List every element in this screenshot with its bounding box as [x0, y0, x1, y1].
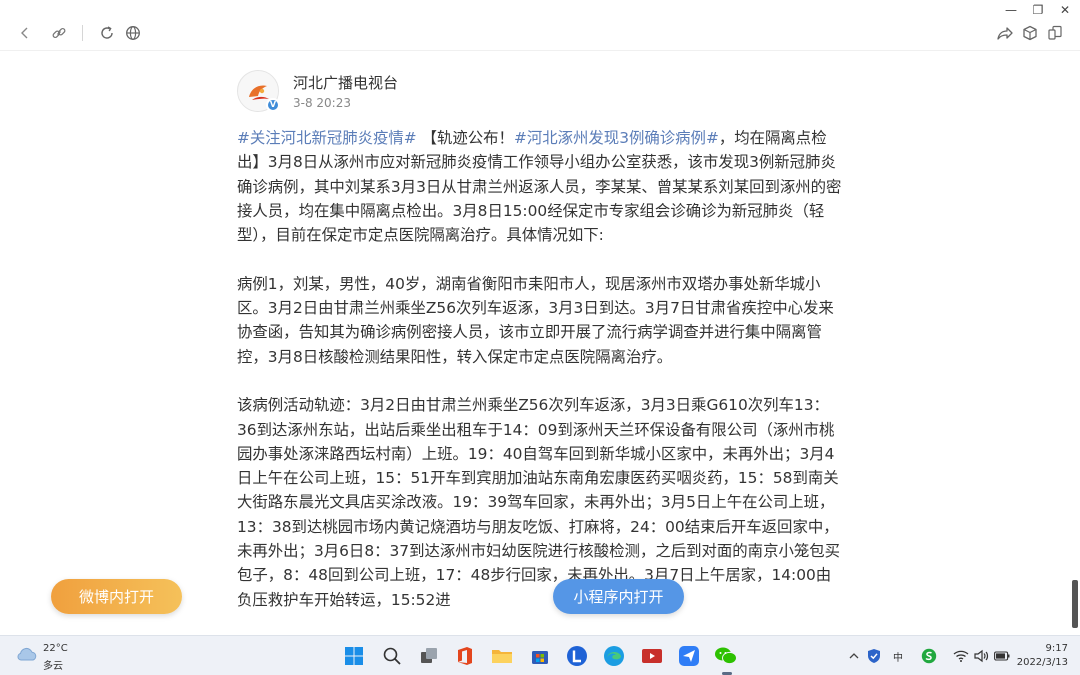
post-text: 病例1，刘某，男性，40岁，湖南省衡阳市耒阳市人，现居涿州市双塔办事处新华城小区…: [237, 274, 834, 366]
start-button[interactable]: [342, 644, 366, 668]
taskbar-office-app[interactable]: [453, 644, 477, 668]
refresh-icon: [101, 26, 113, 39]
link-icon: [52, 27, 66, 39]
taskbar-file-explorer[interactable]: [490, 644, 514, 668]
taskbar-store-app[interactable]: [528, 644, 552, 668]
post-paragraph: 该病例活动轨迹：3月2日由甘肃兰州乘坐Z56次列车返涿，3月3日乘G610次列车…: [237, 393, 843, 612]
taskbar-clock-date[interactable]: 2022/3/13: [1017, 657, 1068, 668]
browser-window: — ❐ ✕ V 河北广播电视台 3-8 20:23 #关注河北新冠肺炎疫情# 【…: [0, 0, 1080, 635]
refresh-button[interactable]: [96, 22, 118, 44]
chevron-left-icon: [21, 27, 28, 39]
open-in-weibo-button[interactable]: 微博内打开: [51, 579, 182, 614]
pin-window-button[interactable]: [1044, 22, 1066, 44]
taskbar-clock-time[interactable]: 9:17: [1046, 643, 1068, 654]
paper-plane-icon: [679, 646, 699, 666]
task-view-icon: [421, 648, 437, 663]
task-view-button[interactable]: [417, 644, 441, 668]
cube-icon: [1023, 25, 1037, 41]
open-in-miniprogram-button[interactable]: 小程序内打开: [553, 579, 684, 614]
post-paragraph: 病例1，刘某，男性，40岁，湖南省衡阳市耒阳市人，现居涿州市双塔办事处新华城小区…: [237, 272, 843, 369]
taskbar: 22°C 多云 中 9:17 2022/3/13: [0, 635, 1080, 675]
copy-link-button[interactable]: [48, 22, 70, 44]
show-hidden-icons-button[interactable]: [846, 648, 862, 664]
weather-description[interactable]: 多云: [43, 657, 63, 672]
input-method-indicator[interactable]: 中: [890, 648, 906, 664]
window-close-button[interactable]: ✕: [1052, 0, 1078, 20]
globe-icon: [126, 26, 140, 40]
scrollbar-thumb[interactable]: [1072, 580, 1078, 628]
hashtag-link[interactable]: #河北涿州发现3例确诊病例#: [514, 129, 719, 147]
post-text: 【轨迹公布！: [416, 129, 514, 147]
battery-icon[interactable]: [994, 648, 1010, 664]
taskbar-edge-browser[interactable]: [602, 644, 626, 668]
window-minimize-button[interactable]: —: [998, 0, 1024, 20]
taskbar-video-app[interactable]: [640, 644, 664, 668]
share-icon: [996, 27, 1013, 40]
wechat-icon: [715, 647, 737, 665]
office-icon: [458, 647, 472, 665]
taskbar-l-app[interactable]: [565, 644, 589, 668]
windows-logo-icon: [345, 647, 363, 665]
chevron-up-icon: [849, 653, 859, 659]
wifi-icon[interactable]: [953, 648, 969, 664]
mini-program-button[interactable]: [1019, 22, 1041, 44]
window-maximize-button[interactable]: ❐: [1025, 0, 1051, 20]
video-player-icon: [642, 649, 662, 663]
verified-badge-icon: V: [266, 98, 280, 112]
volume-icon[interactable]: [973, 648, 989, 664]
post-author[interactable]: 河北广播电视台: [293, 72, 398, 93]
edge-icon: [604, 646, 624, 666]
taskbar-feishu-app[interactable]: [677, 644, 701, 668]
back-button[interactable]: [14, 22, 36, 44]
search-icon: [383, 647, 401, 665]
open-in-browser-button[interactable]: [122, 22, 144, 44]
pin-window-icon: [1048, 25, 1062, 40]
store-icon: [532, 651, 548, 664]
toolbar-border: [0, 50, 1080, 51]
taskbar-search-button[interactable]: [380, 644, 404, 668]
post-text: 该病例活动轨迹：3月2日由甘肃兰州乘坐Z56次列车返涿，3月3日乘G610次列车…: [237, 396, 841, 609]
weather-temperature[interactable]: 22°C: [43, 643, 68, 654]
post-content: #关注河北新冠肺炎疫情# 【轨迹公布！#河北涿州发现3例确诊病例#，均在隔离点检…: [237, 126, 843, 612]
l-app-icon: [567, 646, 587, 666]
tray-security-icon[interactable]: [866, 648, 882, 664]
taskbar-wechat-app[interactable]: [714, 644, 738, 668]
toolbar-divider: [82, 25, 83, 41]
post-time: 3-8 20:23: [293, 96, 351, 110]
folder-icon: [492, 650, 512, 663]
share-button[interactable]: [993, 22, 1015, 44]
tray-sogou-icon[interactable]: [921, 648, 937, 664]
post-paragraph: #关注河北新冠肺炎疫情# 【轨迹公布！#河北涿州发现3例确诊病例#，均在隔离点检…: [237, 126, 843, 247]
cloud-weather-icon[interactable]: [16, 646, 38, 666]
hashtag-link[interactable]: #关注河北新冠肺炎疫情#: [237, 129, 417, 147]
